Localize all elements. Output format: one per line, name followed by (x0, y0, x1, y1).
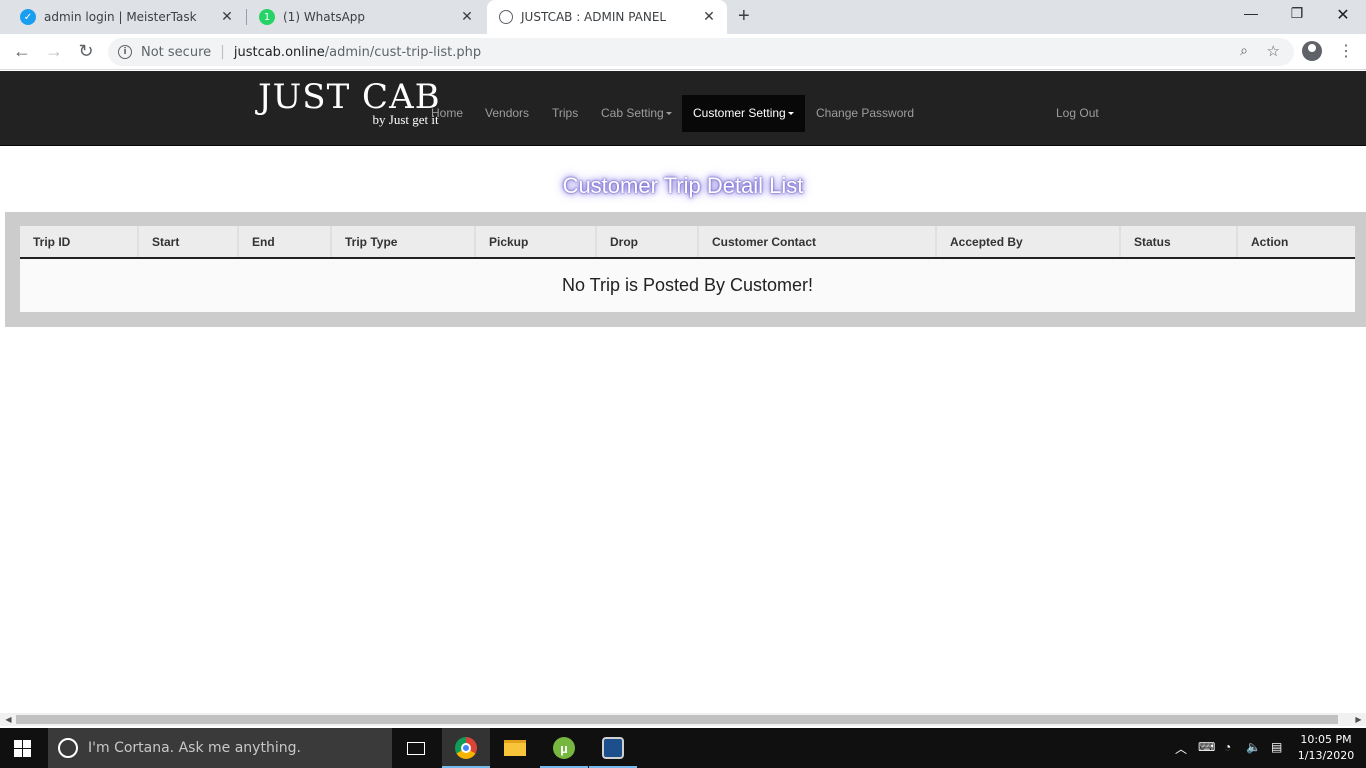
nav-logout[interactable]: Log Out (1045, 95, 1110, 132)
column-header[interactable]: Trip Type (331, 226, 476, 259)
nav-vendors[interactable]: Vendors (474, 95, 540, 132)
tab-title: (1) WhatsApp (283, 10, 366, 24)
back-icon[interactable]: ← (11, 41, 33, 62)
horizontal-scrollbar[interactable]: ◀ ▶ (0, 713, 1366, 726)
column-header[interactable]: Drop (596, 226, 699, 259)
nav-change-password[interactable]: Change Password (805, 95, 925, 132)
clock-date: 1/13/2020 (1297, 749, 1355, 762)
column-header[interactable]: Accepted By (936, 226, 1121, 259)
cortana-icon (58, 738, 78, 758)
divider: | (220, 44, 225, 60)
browser-toolbar: ← → ↻ i Not secure | justcab.online/admi… (0, 34, 1366, 70)
url-host: justcab.online (233, 44, 325, 60)
browser-tab-strip: ✓ admin login | MeisterTask ✕ 1 (1) What… (0, 0, 1366, 34)
cortana-placeholder: I'm Cortana. Ask me anything. (88, 740, 301, 756)
close-icon[interactable]: ✕ (701, 9, 717, 25)
page-title: Customer Trip Detail List (562, 173, 804, 198)
windows-start-icon[interactable] (14, 740, 31, 757)
reload-icon[interactable]: ↻ (75, 41, 97, 62)
nav-customer-setting[interactable]: Customer Setting (682, 95, 805, 132)
column-header[interactable]: Action (1237, 226, 1355, 259)
column-header[interactable]: Customer Contact (698, 226, 937, 259)
info-icon[interactable]: i (118, 45, 132, 59)
nav-customer-setting-label: Customer Setting (693, 106, 786, 120)
scroll-right-icon[interactable]: ▶ (1352, 713, 1365, 726)
cortana-search-box[interactable]: I'm Cortana. Ask me anything. (48, 728, 392, 768)
column-header[interactable]: Trip ID (20, 226, 139, 259)
trip-table-panel: Trip ID Start End Trip Type Pickup Drop … (5, 212, 1366, 327)
address-bar[interactable]: i Not secure | justcab.online/admin/cust… (108, 38, 1294, 66)
column-header[interactable]: Status (1120, 226, 1238, 259)
window-close-icon[interactable]: ✕ (1333, 5, 1353, 25)
caret-down-icon (665, 112, 672, 116)
brand-logo[interactable]: JUST CAB by Just get it (258, 77, 441, 127)
windows-taskbar: I'm Cortana. Ask me anything. µ ︿ ⌨ ◔ 🔈 … (0, 728, 1366, 768)
tab-whatsapp[interactable]: 1 (1) WhatsApp ✕ (247, 0, 485, 34)
site-navbar: JUST CAB by Just get it Home Vendors Tri… (0, 71, 1366, 146)
table-header-row: Trip ID Start End Trip Type Pickup Drop … (20, 226, 1355, 259)
clock-time: 10:05 PM (1300, 733, 1352, 746)
profile-avatar-icon[interactable] (1302, 41, 1322, 61)
meistertask-icon: ✓ (20, 9, 36, 25)
file-explorer-icon[interactable] (491, 728, 539, 768)
table-row: No Trip is Posted By Customer! (20, 258, 1355, 312)
chrome-icon[interactable] (442, 728, 490, 768)
nav-cab-setting-label: Cab Setting (601, 106, 664, 120)
nav-cab-setting[interactable]: Cab Setting (590, 95, 683, 132)
new-tab-button[interactable]: + (738, 5, 750, 28)
tab-title: JUSTCAB : ADMIN PANEL (521, 10, 667, 24)
task-view-icon[interactable] (392, 728, 440, 768)
bookmark-star-icon[interactable]: ☆ (1267, 42, 1280, 60)
empty-message: No Trip is Posted By Customer! (20, 258, 1355, 312)
tab-title: admin login | MeisterTask (44, 10, 197, 24)
caret-down-icon (787, 112, 794, 116)
close-icon[interactable]: ✕ (459, 9, 475, 25)
action-center-icon[interactable]: ▤ (1271, 740, 1282, 754)
column-header[interactable]: Start (138, 226, 239, 259)
url-path: /admin/cust-trip-list.php (324, 44, 482, 60)
utorrent-icon[interactable]: µ (540, 728, 588, 768)
whatsapp-icon: 1 (259, 9, 275, 25)
column-header[interactable]: Pickup (475, 226, 597, 259)
security-label: Not secure (141, 44, 212, 60)
nav-home[interactable]: Home (420, 95, 474, 132)
close-icon[interactable]: ✕ (219, 9, 235, 25)
volume-icon[interactable]: 🔈 (1246, 740, 1261, 754)
column-header[interactable]: End (238, 226, 332, 259)
zoom-icon[interactable]: ⌕ (1240, 43, 1248, 59)
menu-kebab-icon[interactable]: ⋮ (1338, 41, 1354, 61)
scrollbar-thumb[interactable] (16, 715, 1338, 724)
nav-trips[interactable]: Trips (541, 95, 589, 132)
taskbar-clock[interactable]: 10:05 PM 1/13/2020 (1296, 732, 1356, 764)
keyboard-language-icon[interactable]: ⌨ (1198, 740, 1215, 754)
scroll-left-icon[interactable]: ◀ (2, 713, 15, 726)
tab-meistertask[interactable]: ✓ admin login | MeisterTask ✕ (0, 0, 245, 34)
network-wifi-icon[interactable]: ◔ (1224, 740, 1231, 754)
tab-justcab[interactable]: JUSTCAB : ADMIN PANEL ✕ (487, 0, 727, 34)
trip-table: Trip ID Start End Trip Type Pickup Drop … (20, 226, 1355, 312)
media-player-icon[interactable] (589, 728, 637, 768)
tray-chevron-up-icon[interactable]: ︿ (1175, 740, 1187, 757)
forward-icon[interactable]: → (43, 41, 65, 62)
minimize-icon[interactable]: — (1241, 5, 1261, 21)
restore-icon[interactable]: ❐ (1287, 5, 1307, 22)
globe-icon (499, 10, 513, 24)
brand-name: JUST CAB (258, 77, 441, 117)
